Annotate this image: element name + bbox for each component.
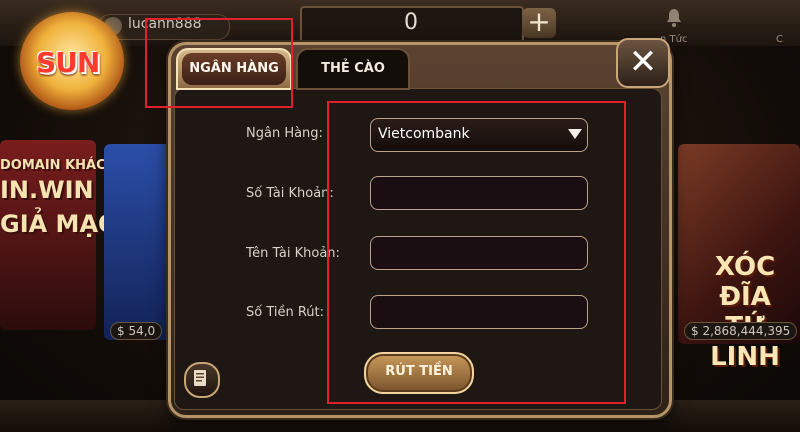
game-card-blue[interactable] [104, 144, 176, 340]
account-name-label: Tên Tài Khoản: [246, 246, 340, 261]
jackpot-right: $ 2,868,444,395 [684, 322, 798, 340]
amount-label: Số Tiền Rút: [246, 305, 325, 320]
bell-icon[interactable] [662, 6, 686, 30]
add-funds-button[interactable]: + [522, 8, 556, 38]
balance-value: 0 [404, 10, 418, 35]
jackpot-right-value: 2,868,444,395 [702, 324, 791, 338]
xoc-dia-title: XÓC ĐĨA TỨ LINH [690, 252, 800, 372]
tab-scratch-card[interactable]: THẺ CÀO [296, 48, 410, 90]
jackpot-left-value: 54,0 [128, 324, 156, 338]
promo-line-1: DOMAIN KHÁC [0, 158, 106, 173]
document-icon [194, 370, 206, 386]
highlight-form [327, 101, 626, 404]
xoc-dia-title-line2: TỨ LINH [710, 312, 780, 372]
top-right-label[interactable]: C [776, 34, 783, 45]
close-button[interactable]: ✕ [616, 38, 670, 88]
bank-label: Ngân Hàng: [246, 126, 323, 141]
logo-text: SUN [36, 46, 100, 79]
promo-line-2: IN.WIN [0, 176, 94, 204]
xoc-dia-title-line1: XÓC ĐĨA [714, 252, 776, 312]
account-number-label: Số Tài Khoản: [246, 186, 334, 201]
jackpot-left: $ 54,0 [110, 322, 163, 340]
promo-line-3: GIẢ MẠO [0, 210, 119, 238]
highlight-bank-tab [145, 18, 293, 108]
